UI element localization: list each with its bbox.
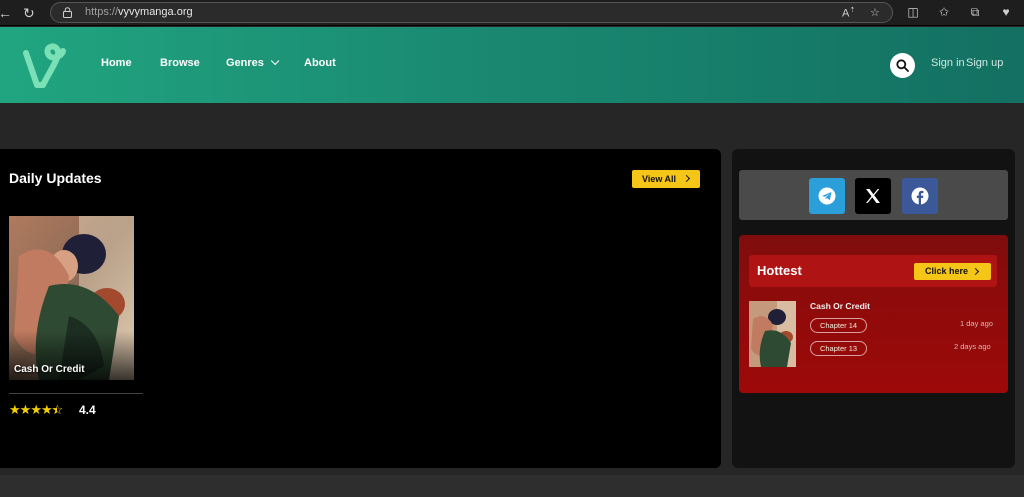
hottest-header: Hottest Click here	[749, 255, 997, 287]
chevron-right-icon	[971, 267, 980, 276]
view-all-label: View All	[642, 174, 677, 184]
view-all-button[interactable]: View All	[632, 170, 700, 188]
rating-value: 4.4	[79, 403, 96, 417]
chapter-link[interactable]: Chapter 14	[810, 318, 867, 333]
extension-icon[interactable]: ♥	[999, 5, 1013, 19]
facebook-button[interactable]	[902, 178, 938, 214]
browser-toolbar: ← ↻ https://vyvymanga.org A⇡ ☆ ◫ ✩ ⧉ ♥	[0, 0, 1024, 26]
url-text: https://vyvymanga.org	[85, 6, 193, 18]
page-footer-strip	[0, 475, 1024, 497]
chapter-link[interactable]: Chapter 13	[810, 341, 867, 356]
nav-browse[interactable]: Browse	[160, 57, 200, 69]
telegram-button[interactable]	[809, 178, 845, 214]
split-screen-icon[interactable]: ◫	[906, 5, 920, 19]
chapter-timestamp: 2 days ago	[954, 342, 991, 351]
star-icon[interactable]: ☆	[870, 6, 880, 19]
cover-art	[9, 216, 134, 380]
star-icon: ★	[40, 402, 53, 417]
star-icon: ★	[19, 402, 32, 417]
half-star-icon: ☆★	[51, 402, 64, 417]
divider	[9, 393, 143, 394]
facebook-icon	[911, 187, 929, 205]
sign-up-link[interactable]: Sign up	[966, 57, 1003, 69]
click-here-button[interactable]: Click here	[914, 263, 991, 280]
hottest-panel: Hottest Click here Cash Or Credit Chapte…	[739, 235, 1008, 393]
daily-updates-panel: Daily Updates View All Cash Or Credit ★★…	[0, 149, 721, 468]
star-icon: ★	[30, 402, 42, 417]
click-here-label: Click here	[925, 266, 969, 276]
search-icon	[896, 59, 909, 72]
star-rating: ★★★★☆★	[9, 402, 64, 418]
search-button[interactable]	[890, 53, 915, 78]
nav-genres-label: Genres	[226, 57, 264, 69]
reader-mode-icon[interactable]: A⇡	[842, 6, 855, 20]
manga-title[interactable]: Cash Or Credit	[14, 364, 85, 375]
reload-icon[interactable]: ↻	[23, 4, 35, 22]
section-title: Daily Updates	[9, 170, 102, 186]
chapter-timestamp: 1 day ago	[960, 319, 993, 328]
hottest-manga-title[interactable]: Cash Or Credit	[810, 301, 870, 311]
telegram-icon	[818, 187, 836, 205]
sign-in-link[interactable]: Sign in	[931, 57, 965, 69]
x-button[interactable]	[855, 178, 891, 214]
back-icon[interactable]: ←	[0, 4, 12, 22]
nav-home[interactable]: Home	[101, 57, 132, 69]
nav-genres[interactable]: Genres	[226, 56, 280, 69]
social-links	[739, 170, 1008, 220]
nav-about[interactable]: About	[304, 57, 336, 69]
chevron-down-icon	[270, 56, 280, 66]
star-icon: ★	[9, 402, 21, 417]
address-bar[interactable]: https://vyvymanga.org A⇡ ☆	[50, 2, 893, 23]
hottest-title: Hottest	[757, 263, 802, 278]
site-logo[interactable]	[22, 41, 68, 89]
lock-icon	[63, 7, 72, 18]
x-icon	[866, 189, 880, 203]
chevron-right-icon	[682, 174, 691, 183]
manga-cover[interactable]	[9, 216, 134, 380]
favorites-icon[interactable]: ✩	[937, 5, 951, 19]
sidebar: Hottest Click here Cash Or Credit Chapte…	[732, 149, 1015, 468]
thumbnail-art	[749, 301, 796, 367]
site-header: Home Browse Genres About Sign in Sign up	[0, 27, 1024, 103]
hottest-thumbnail[interactable]	[749, 301, 796, 367]
collections-icon[interactable]: ⧉	[968, 5, 982, 19]
